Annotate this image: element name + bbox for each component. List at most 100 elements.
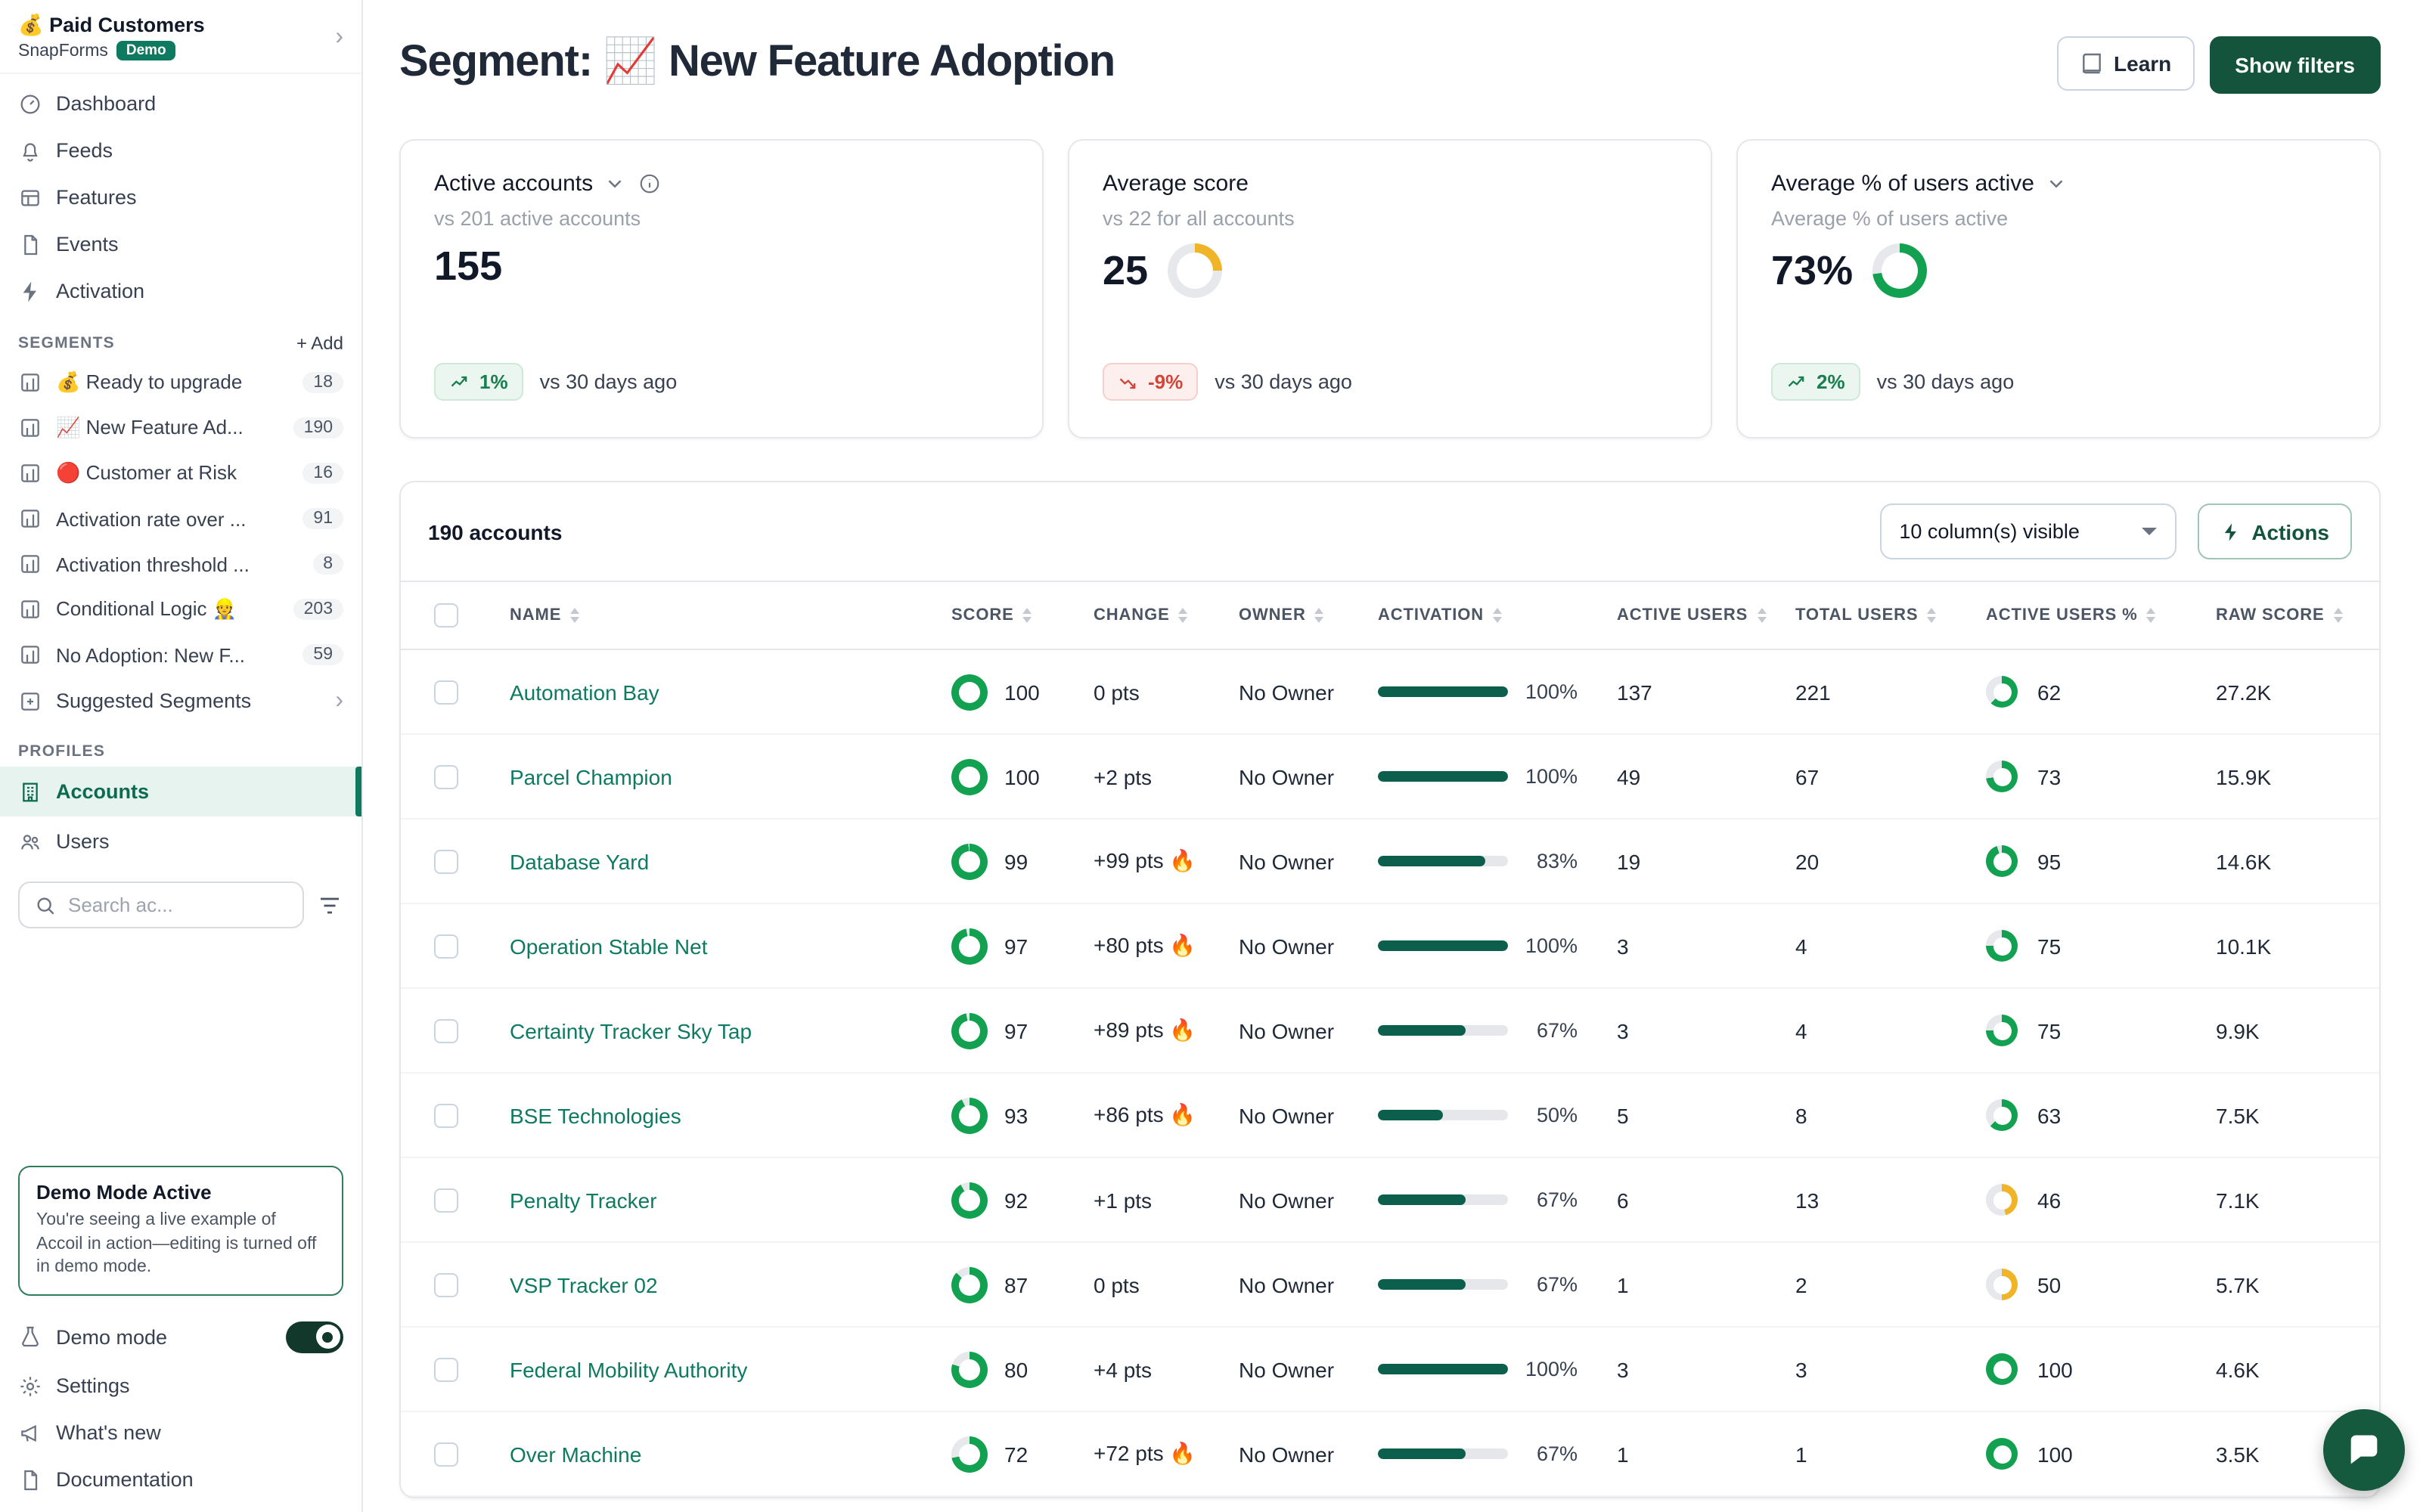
account-link[interactable]: Certainty Tracker Sky Tap [510, 1018, 752, 1043]
demo-mode-toggle[interactable] [286, 1321, 343, 1352]
column-header-owner[interactable]: OWNER [1227, 606, 1366, 624]
column-header-raw-score[interactable]: RAW SCORE [2204, 606, 2379, 624]
row-checkbox[interactable] [434, 849, 458, 873]
column-header-name[interactable]: NAME [498, 606, 939, 624]
segment-count: 91 [302, 508, 343, 529]
row-checkbox[interactable] [434, 1188, 458, 1212]
sidebar-item-settings[interactable]: Settings [0, 1362, 361, 1409]
account-link[interactable]: Parcel Champion [510, 764, 672, 789]
add-segment-button[interactable]: + Add [296, 333, 343, 354]
row-checkbox[interactable] [434, 764, 458, 789]
raw-score-value: 27.2K [2204, 680, 2379, 704]
table-row[interactable]: Federal Mobility Authority 80 +4 pts No … [401, 1328, 2379, 1412]
row-checkbox[interactable] [434, 1103, 458, 1127]
sidebar-item-activation[interactable]: Activation [0, 268, 361, 314]
sidebar-item-features[interactable]: Features [0, 174, 361, 221]
segment-count: 8 [312, 553, 343, 575]
learn-button[interactable]: Learn [2056, 36, 2194, 91]
account-link[interactable]: Penalty Tracker [510, 1188, 657, 1212]
row-checkbox[interactable] [434, 680, 458, 704]
sidebar-item-what-s-new[interactable]: What's new [0, 1409, 361, 1456]
segment-icon [18, 370, 42, 395]
info-icon[interactable] [638, 172, 662, 196]
column-header-active-users[interactable]: ACTIVE USERS [1605, 606, 1783, 624]
account-link[interactable]: VSP Tracker 02 [510, 1272, 658, 1297]
row-checkbox[interactable] [434, 934, 458, 958]
table-row[interactable]: Over Machine 72 +72 pts 🔥 No Owner 67% 1… [401, 1412, 2379, 1497]
column-header-total-users[interactable]: TOTAL USERS [1783, 606, 1974, 624]
show-filters-button[interactable]: Show filters [2209, 36, 2381, 94]
score-ring [951, 758, 988, 795]
table-row[interactable]: Certainty Tracker Sky Tap 97 +89 pts 🔥 N… [401, 989, 2379, 1074]
table-row[interactable]: BSE Technologies 93 +86 pts 🔥 No Owner 5… [401, 1074, 2379, 1158]
change-value: +72 pts 🔥 [1081, 1441, 1227, 1467]
segment-item-no-adoption-new-f[interactable]: No Adoption: New F... 59 [0, 632, 361, 677]
columns-visible-select[interactable]: 10 column(s) visible [1879, 503, 2176, 559]
table-body: Automation Bay 100 0 pts No Owner 100% 1… [401, 650, 2379, 1497]
bell-icon [18, 138, 42, 163]
owner-value: No Owner [1227, 934, 1366, 958]
score-ring [951, 928, 988, 964]
stat-cards: Active accounts vs 201 active accounts 1… [399, 139, 2381, 438]
table-row[interactable]: Parcel Champion 100 +2 pts No Owner 100%… [401, 735, 2379, 820]
column-header-activation[interactable]: ACTIVATION [1366, 606, 1605, 624]
sidebar-item-events[interactable]: Events [0, 221, 361, 268]
segment-item-activation-threshold[interactable]: Activation threshold ... 8 [0, 541, 361, 587]
account-link[interactable]: Over Machine [510, 1442, 641, 1466]
table-row[interactable]: Penalty Tracker 92 +1 pts No Owner 67% 6… [401, 1158, 2379, 1243]
demo-mode-notice: Demo Mode Active You're seeing a live ex… [18, 1167, 343, 1296]
segment-item-activation-rate-over[interactable]: Activation rate over ... 91 [0, 496, 361, 541]
sidebar-item-suggested-segments[interactable]: Suggested Segments › [0, 677, 361, 724]
total-users-value: 8 [1783, 1103, 1974, 1127]
row-checkbox[interactable] [434, 1442, 458, 1466]
chevron-down-icon[interactable] [603, 172, 628, 196]
activation-pct: 100% [1508, 765, 1578, 788]
search-input[interactable] [68, 894, 289, 916]
account-link[interactable]: Automation Bay [510, 680, 659, 704]
table-row[interactable]: Database Yard 99 +99 pts 🔥 No Owner 83% … [401, 820, 2379, 904]
table-row[interactable]: Operation Stable Net 97 +80 pts 🔥 No Own… [401, 904, 2379, 989]
table-row[interactable]: VSP Tracker 02 87 0 pts No Owner 67% 1 2… [401, 1243, 2379, 1328]
workspace-switcher[interactable]: 💰 Paid Customers SnapForms Demo › [0, 0, 361, 74]
owner-value: No Owner [1227, 1188, 1366, 1212]
actions-button[interactable]: Actions [2197, 503, 2352, 559]
score-value: 87 [1004, 1272, 1028, 1297]
raw-score-value: 9.9K [2204, 1018, 2379, 1043]
filter-icon[interactable] [316, 891, 343, 919]
sidebar-item-feeds[interactable]: Feeds [0, 127, 361, 174]
total-users-value: 20 [1783, 849, 1974, 873]
segment-item-conditional-logic[interactable]: Conditional Logic 👷 203 [0, 587, 361, 632]
sort-icon [1757, 608, 1766, 624]
change-value: +99 pts 🔥 [1081, 848, 1227, 874]
active-users-pct-ring [1986, 1438, 2018, 1470]
sidebar-search[interactable] [18, 881, 304, 928]
activation-bar [1378, 686, 1508, 697]
segment-count: 18 [302, 372, 343, 393]
table-row[interactable]: Automation Bay 100 0 pts No Owner 100% 1… [401, 650, 2379, 735]
account-link[interactable]: Operation Stable Net [510, 934, 708, 958]
account-link[interactable]: Federal Mobility Authority [510, 1357, 747, 1381]
active-users-pct-value: 100 [2037, 1442, 2073, 1466]
segment-item-ready-to-upgrade[interactable]: 💰 Ready to upgrade 18 [0, 360, 361, 405]
segment-icon [18, 643, 42, 667]
help-chat-fab[interactable] [2323, 1409, 2405, 1491]
sidebar-item-dashboard[interactable]: Dashboard [0, 80, 361, 127]
score-value: 97 [1004, 934, 1028, 958]
column-header-score[interactable]: SCORE [939, 606, 1081, 624]
row-checkbox[interactable] [434, 1357, 458, 1381]
score-ring [951, 1351, 988, 1387]
sidebar-item-accounts[interactable]: Accounts [0, 767, 361, 816]
row-checkbox[interactable] [434, 1272, 458, 1297]
account-link[interactable]: BSE Technologies [510, 1103, 681, 1127]
segment-item-new-feature-ad[interactable]: 📈 New Feature Ad... 190 [0, 405, 361, 451]
chevron-down-icon[interactable] [2045, 172, 2069, 196]
row-checkbox[interactable] [434, 1018, 458, 1043]
column-header-change[interactable]: CHANGE [1081, 606, 1227, 624]
sidebar-item-users[interactable]: Users [0, 816, 361, 866]
sidebar-item-documentation[interactable]: Documentation [0, 1456, 361, 1503]
segment-item-customer-at-risk[interactable]: 🔴 Customer at Risk 16 [0, 451, 361, 496]
search-icon [33, 893, 57, 917]
column-header-active-users[interactable]: ACTIVE USERS % [1974, 606, 2204, 624]
account-link[interactable]: Database Yard [510, 849, 649, 873]
select-all-checkbox[interactable] [434, 603, 458, 627]
